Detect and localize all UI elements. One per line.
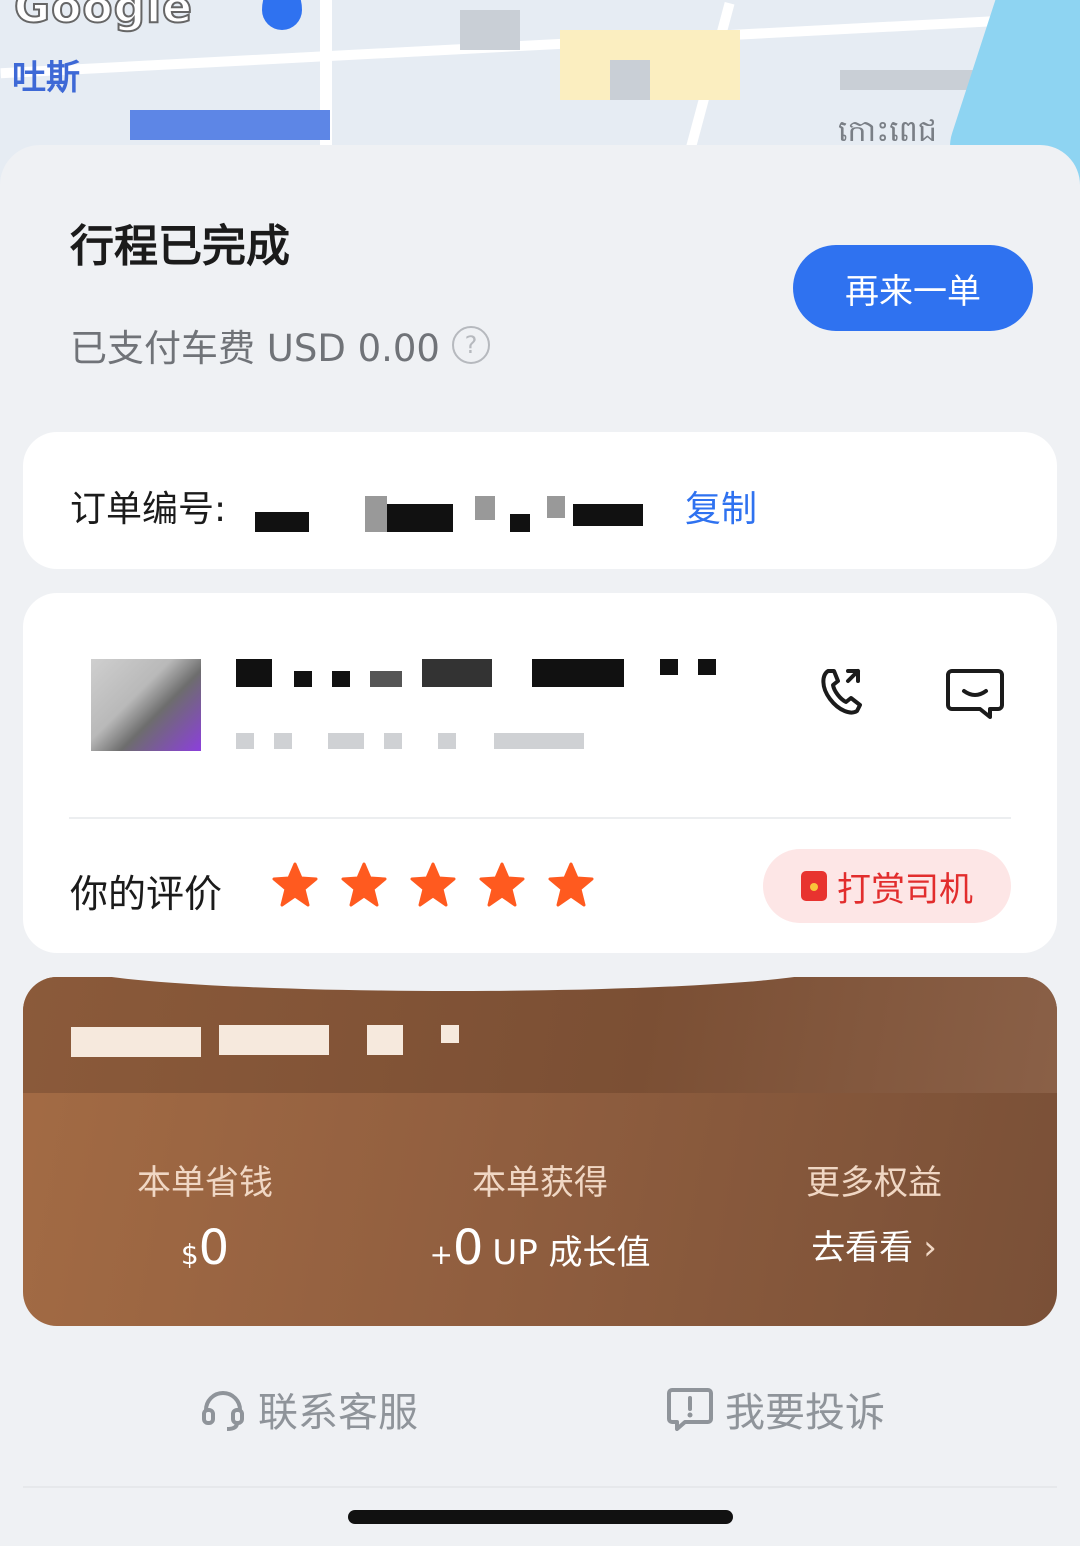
driver-avatar — [91, 659, 201, 751]
reorder-button[interactable]: 再来一单 — [793, 245, 1033, 331]
help-icon[interactable]: ? — [451, 326, 490, 364]
contact-service-label: 联系客服 — [258, 1390, 418, 1436]
star-icon[interactable] — [478, 861, 526, 909]
stat-saved: 本单省钱 $0 — [55, 1155, 355, 1276]
saved-value: $0 — [180, 1220, 230, 1276]
saved-label: 本单省钱 — [137, 1163, 273, 1203]
order-number-redacted — [255, 496, 665, 532]
stat-earned: 本单获得 +0 UP 成长值 — [390, 1155, 690, 1276]
membership-card[interactable]: 本单省钱 $0 本单获得 +0 UP 成长值 更多权益 去看看 › — [23, 977, 1057, 1326]
more-benefits-link[interactable]: 去看看 › — [724, 1220, 1024, 1269]
driver-info-redacted — [236, 733, 596, 751]
order-card: 订单编号: 复制 — [23, 432, 1057, 569]
complaint-label: 我要投诉 — [725, 1390, 885, 1436]
chat-icon[interactable] — [946, 667, 1004, 719]
contact-service-link[interactable]: 联系客服 — [200, 1380, 418, 1438]
google-logo: Google — [13, 0, 193, 34]
rating-stars[interactable] — [271, 861, 595, 909]
driver-name-redacted — [236, 659, 716, 693]
more-benefits-label: 更多权益 — [806, 1163, 942, 1203]
map-pin-icon[interactable] — [262, 0, 302, 30]
rating-label: 你的评价 — [70, 872, 223, 916]
star-icon[interactable] — [340, 861, 388, 909]
star-icon[interactable] — [409, 861, 457, 909]
red-packet-icon — [801, 871, 827, 901]
earned-value: +0 UP 成长值 — [429, 1220, 651, 1276]
copy-link[interactable]: 复制 — [685, 480, 757, 532]
order-number-label: 订单编号: — [70, 489, 227, 530]
star-icon[interactable] — [271, 861, 319, 909]
complaint-link[interactable]: 我要投诉 — [667, 1380, 885, 1438]
map-label: 吐斯 — [12, 58, 80, 98]
tip-driver-label: 打赏司机 — [837, 869, 973, 910]
star-icon[interactable] — [547, 861, 595, 909]
stat-more-benefits[interactable]: 更多权益 去看看 › — [724, 1155, 1024, 1269]
headset-icon — [202, 1391, 244, 1431]
phone-icon[interactable] — [818, 665, 868, 719]
earned-label: 本单获得 — [472, 1163, 608, 1203]
page-title: 行程已完成 — [70, 221, 290, 272]
membership-header — [23, 977, 1057, 1093]
fare-text: 已支付车费 USD 0.00 — [70, 327, 440, 370]
driver-card: 你的评价 打赏司机 — [23, 593, 1057, 953]
tip-driver-button[interactable]: 打赏司机 — [763, 849, 1011, 923]
divider — [69, 817, 1011, 819]
home-indicator[interactable] — [348, 1510, 733, 1524]
complaint-icon — [667, 1388, 713, 1431]
footer-divider — [23, 1486, 1057, 1488]
fare-info: 已支付车费 USD 0.00 ? — [70, 318, 490, 372]
chevron-right-icon: › — [923, 1228, 937, 1268]
